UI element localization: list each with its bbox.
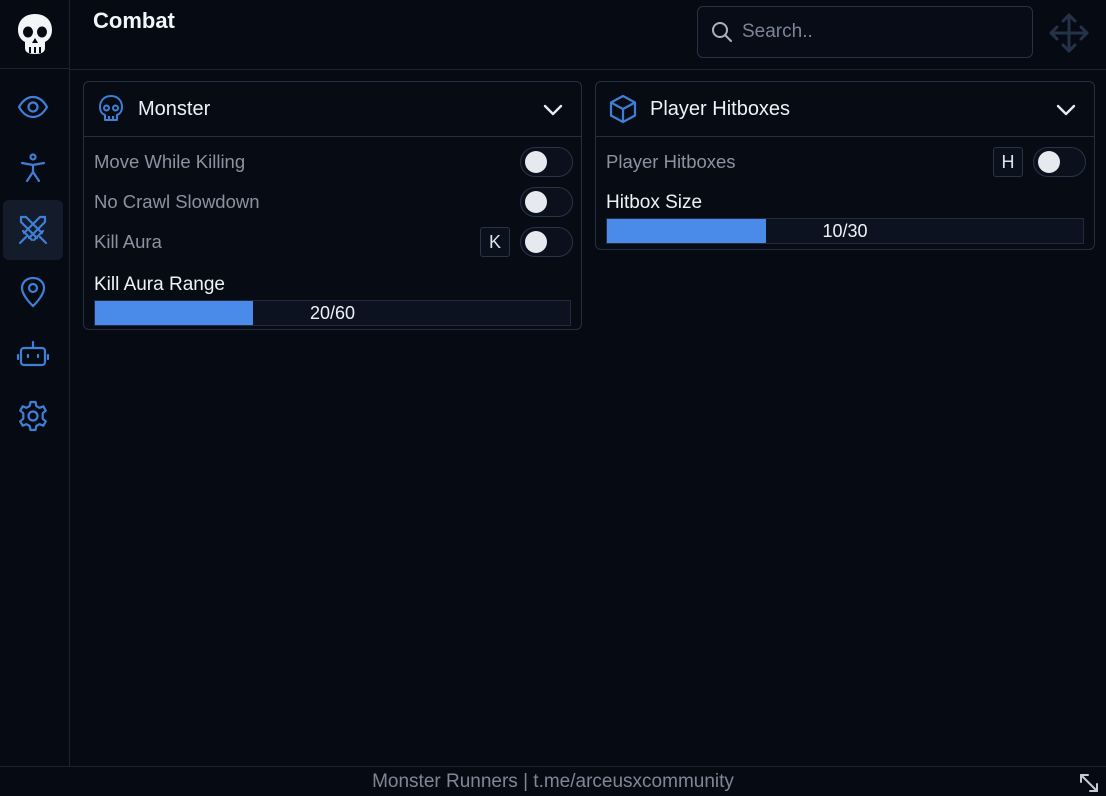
- chevron-down-icon[interactable]: [1054, 98, 1078, 122]
- drag-handle[interactable]: [1046, 10, 1092, 56]
- toggle-label: Kill Aura: [94, 231, 162, 252]
- gear-icon: [19, 400, 47, 432]
- cube-icon: [608, 94, 638, 124]
- sidebar-item-settings[interactable]: [3, 386, 63, 446]
- toggle-label: Player Hitboxes: [606, 151, 736, 172]
- monster-panel-header[interactable]: Monster: [84, 82, 581, 137]
- kill-aura-toggle[interactable]: [520, 227, 573, 257]
- kill-aura-keybind[interactable]: K: [480, 227, 510, 257]
- player-hitboxes-toggle[interactable]: [1033, 147, 1086, 177]
- map-pin-icon: [20, 276, 46, 308]
- toggle-row-kill-aura: Kill Aura K: [84, 222, 581, 262]
- toggle-knob: [1038, 151, 1060, 173]
- header-divider: [70, 69, 1106, 70]
- player-hitboxes-keybind[interactable]: H: [993, 147, 1023, 177]
- slider-value: 10/30: [822, 220, 868, 241]
- resize-handle-icon[interactable]: [1078, 772, 1100, 794]
- hitbox-size-slider[interactable]: 10/30: [606, 218, 1084, 244]
- person-icon: [20, 153, 46, 183]
- robot-icon: [16, 340, 50, 367]
- slider-label: Kill Aura Range: [94, 274, 225, 295]
- move-while-killing-toggle[interactable]: [520, 147, 573, 177]
- sidebar-item-combat[interactable]: [3, 200, 63, 260]
- page-title: Combat: [93, 8, 175, 33]
- footer-credits: Monster Runners | t.me/arceusxcommunity: [0, 766, 1106, 796]
- monster-panel-title: Monster: [138, 97, 211, 120]
- kill-aura-range-slider[interactable]: 20/60: [94, 300, 571, 326]
- toggle-knob: [525, 191, 547, 213]
- sidebar: [0, 0, 70, 766]
- monster-panel: Monster Move While Killing No Crawl Slow…: [83, 81, 582, 330]
- sidebar-item-automation[interactable]: [3, 324, 63, 384]
- toggle-knob: [525, 151, 547, 173]
- toggle-row-move-while-killing: Move While Killing: [84, 142, 581, 182]
- toggle-knob: [525, 231, 547, 253]
- player-hitboxes-panel-title: Player Hitboxes: [650, 97, 791, 120]
- eye-icon: [17, 95, 49, 119]
- app-logo: [0, 0, 70, 69]
- slider-value: 20/60: [309, 302, 356, 323]
- toggle-row-no-crawl-slowdown: No Crawl Slowdown: [84, 182, 581, 222]
- slider-label: Hitbox Size: [606, 192, 703, 213]
- skull-logo-icon: [18, 14, 52, 54]
- toggle-row-player-hitboxes: Player Hitboxes H: [596, 142, 1094, 182]
- skull-icon: [96, 94, 126, 124]
- sidebar-item-visuals[interactable]: [3, 77, 63, 137]
- toggle-label: No Crawl Slowdown: [94, 191, 260, 212]
- no-crawl-slowdown-toggle[interactable]: [520, 187, 573, 217]
- search-icon: [712, 22, 732, 42]
- crossed-swords-icon: [18, 215, 48, 245]
- toggle-label: Move While Killing: [94, 151, 246, 172]
- player-hitboxes-panel: Player Hitboxes Player Hitboxes H Hitbox…: [595, 81, 1095, 250]
- move-arrows-icon: [1049, 13, 1089, 53]
- chevron-down-icon[interactable]: [541, 98, 565, 122]
- sidebar-item-teleport[interactable]: [3, 262, 63, 322]
- search-input[interactable]: [742, 21, 1012, 43]
- app-window: Combat Search.. Monster Move While Killi…: [0, 0, 1106, 796]
- search-box[interactable]: [697, 6, 1033, 58]
- player-hitboxes-panel-header[interactable]: Player Hitboxes: [596, 82, 1094, 137]
- sidebar-item-player[interactable]: [3, 138, 63, 198]
